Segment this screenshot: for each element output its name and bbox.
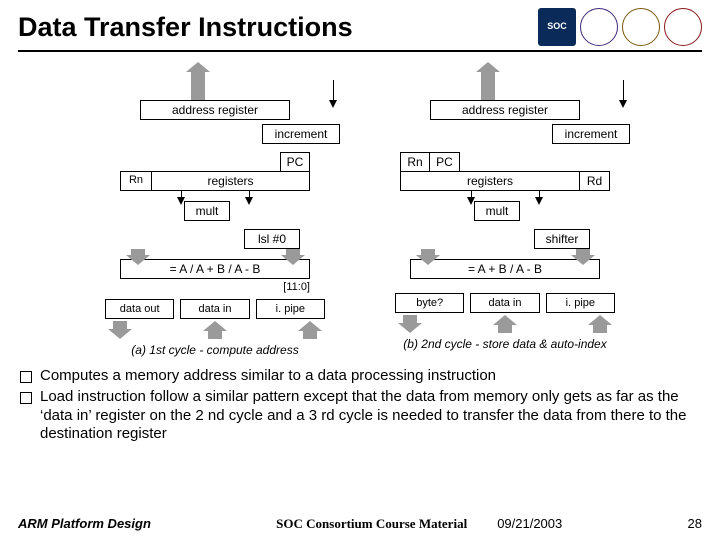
address-register-box: address register [430, 100, 580, 120]
bullet-list: Computes a memory address similar to a d… [18, 367, 702, 444]
rn-label: Rn [400, 152, 430, 171]
registers-box: registers [151, 171, 310, 191]
data-out-box: data out [105, 299, 174, 319]
bullet-marker-icon [20, 371, 32, 383]
org-logo-icon [580, 8, 618, 46]
diagram-a: address register increment PC Rn registe… [90, 60, 340, 357]
mult-box: mult [184, 201, 230, 221]
rn-label: Rn [120, 171, 151, 191]
bullet-marker-icon [20, 392, 32, 404]
lsl-box: lsl #0 [244, 229, 300, 249]
footer-left: ARM Platform Design [18, 516, 151, 531]
i-pipe-box: i. pipe [546, 293, 615, 313]
pc-label: PC [280, 152, 310, 171]
page-number: 28 [688, 516, 702, 531]
footer-date: 09/21/2003 [497, 516, 562, 532]
data-in-box: data in [470, 293, 539, 313]
org-logo-icon [664, 8, 702, 46]
byte-box: byte? [395, 293, 464, 313]
increment-box: increment [262, 124, 340, 144]
shifter-box: shifter [534, 229, 590, 249]
mult-box: mult [474, 201, 520, 221]
org-logo-icon [622, 8, 660, 46]
slide-title: Data Transfer Instructions [18, 12, 353, 43]
footer-center: SOC Consortium Course Material [276, 516, 467, 532]
diagram-b: address register increment Rn PC registe… [380, 60, 630, 357]
soc-logo-icon: SOC [538, 8, 576, 46]
registers-box: registers [400, 171, 580, 191]
imm-label: [11:0] [90, 281, 340, 293]
address-register-box: address register [140, 100, 290, 120]
increment-box: increment [552, 124, 630, 144]
bullet-text: Load instruction follow a similar patter… [40, 388, 702, 444]
diagram-b-caption: (b) 2nd cycle - store data & auto-index [380, 337, 630, 351]
rd-label: Rd [580, 171, 610, 191]
bullet-text: Computes a memory address similar to a d… [40, 367, 496, 386]
i-pipe-box: i. pipe [256, 299, 325, 319]
pc-label: PC [430, 152, 460, 171]
title-rule [18, 50, 702, 52]
diagram-a-caption: (a) 1st cycle - compute address [90, 343, 340, 357]
logo-group: SOC [538, 8, 702, 46]
data-in-box: data in [180, 299, 249, 319]
